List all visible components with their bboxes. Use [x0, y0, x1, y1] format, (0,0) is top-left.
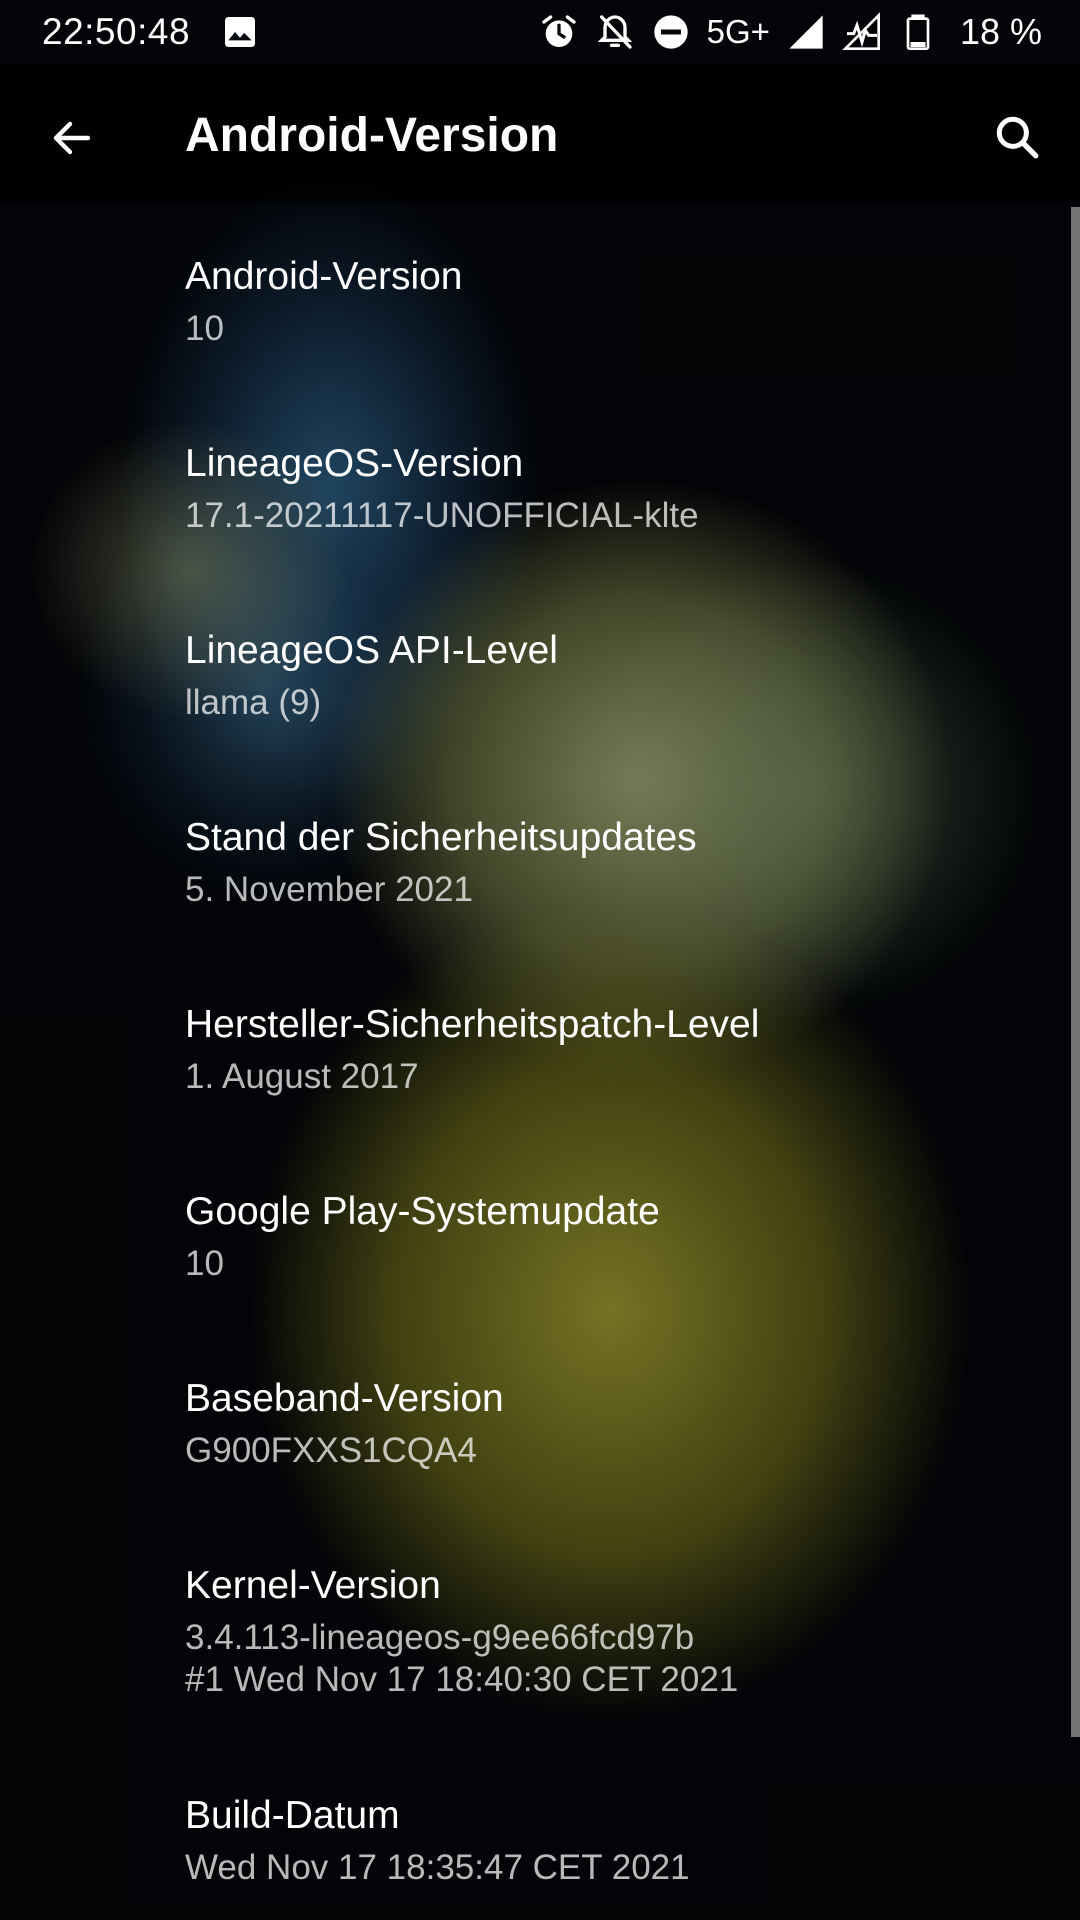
status-bar: 22:50:48 5G+ 18 %: [0, 0, 1080, 64]
pref-title: Stand der Sicherheitsupdates: [185, 816, 697, 859]
arrow-back-icon: [53, 121, 91, 155]
pref-title: LineageOS-Version: [185, 442, 524, 485]
search-button[interactable]: [982, 102, 1052, 172]
pref-kernel-version[interactable]: Kernel-Version 3.4.113-lineageos-g9ee66f…: [0, 1513, 1072, 1743]
pref-summary: 1. August 2017: [185, 1057, 419, 1096]
pref-summary: llama (9): [185, 683, 322, 722]
image-icon: [225, 17, 256, 47]
pref-baseband-version[interactable]: Baseband-Version G900FXXS1CQA4: [0, 1326, 1072, 1513]
pref-summary: G900FXXS1CQA4: [185, 1431, 477, 1470]
pref-title: Google Play-Systemupdate: [185, 1190, 660, 1233]
alarm-icon: [541, 15, 576, 47]
battery-icon: [906, 14, 930, 50]
pref-vendor-security-patch-level[interactable]: Hersteller-Sicherheitspatch-Level 1. Aug…: [0, 952, 1072, 1139]
pref-summary: 10: [185, 309, 224, 348]
pref-summary: 17.1-20211117-UNOFFICIAL-klte: [185, 496, 699, 535]
pref-title: Build-Datum: [185, 1794, 400, 1837]
status-time: 22:50:48: [42, 11, 191, 52]
toolbar: Android-Version: [0, 64, 1080, 204]
signal-icon: [789, 15, 823, 49]
pref-title: LineageOS API-Level: [185, 629, 558, 672]
do-not-disturb-icon: [653, 15, 688, 49]
back-button[interactable]: [40, 106, 104, 170]
settings-screen: 22:50:48 5G+ 18 % Android-Version Androi…: [0, 0, 1080, 1920]
pref-android-version[interactable]: Android-Version 10: [0, 204, 1072, 391]
pref-summary: 3.4.113-lineageos-g9ee66fcd97b #1 Wed No…: [185, 1618, 739, 1699]
version-info-list: Android-Version 10 LineageOS-Version 17.…: [0, 204, 1072, 1920]
scrollbar[interactable]: [1071, 207, 1080, 1737]
pref-lineageos-version[interactable]: LineageOS-Version 17.1-20211117-UNOFFICI…: [0, 391, 1072, 578]
pref-title: Baseband-Version: [185, 1377, 504, 1420]
page-title: Android-Version: [185, 109, 559, 162]
pref-build-date[interactable]: Build-Datum Wed Nov 17 18:35:47 CET 2021: [0, 1743, 1072, 1920]
network-type-label: 5G+: [706, 13, 770, 50]
pref-security-patch-level[interactable]: Stand der Sicherheitsupdates 5. November…: [0, 765, 1072, 952]
pref-summary: 5. November 2021: [185, 870, 473, 909]
battery-percent: 18 %: [959, 11, 1042, 52]
search-icon: [996, 116, 1039, 159]
pref-summary: 10: [185, 1244, 224, 1283]
pref-lineageos-api-level[interactable]: LineageOS API-Level llama (9): [0, 578, 1072, 765]
pref-title: Hersteller-Sicherheitspatch-Level: [185, 1003, 760, 1046]
pref-title: Kernel-Version: [185, 1564, 441, 1607]
no-sim-signal-icon: [842, 12, 880, 50]
pref-google-play-system-update[interactable]: Google Play-Systemupdate 10: [0, 1139, 1072, 1326]
notifications-off-icon: [597, 15, 632, 49]
pref-title: Android-Version: [185, 255, 463, 298]
pref-summary: Wed Nov 17 18:35:47 CET 2021: [185, 1848, 690, 1887]
